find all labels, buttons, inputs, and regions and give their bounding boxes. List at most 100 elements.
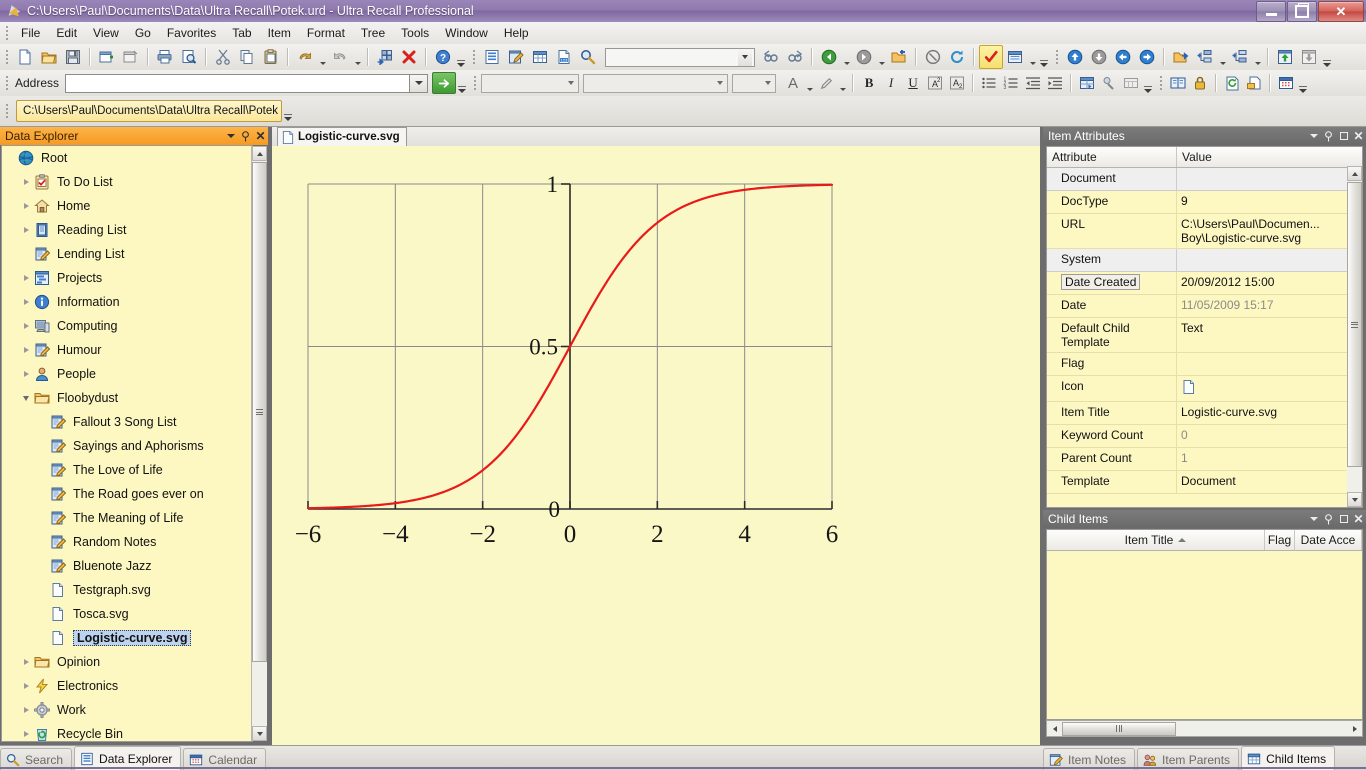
print-preview-icon[interactable] xyxy=(177,45,201,69)
tree-item-bluenote-jazz[interactable]: Bluenote Jazz xyxy=(2,554,253,578)
child-scroll-thumb[interactable] xyxy=(1062,721,1176,736)
attributes-scroll-thumb[interactable] xyxy=(1347,182,1362,467)
menu-view[interactable]: View xyxy=(85,23,127,43)
attribute-row[interactable]: Parent Count 1 xyxy=(1047,448,1362,471)
attribute-row[interactable]: System xyxy=(1047,249,1362,272)
superscript-icon[interactable]: A2 xyxy=(924,73,946,94)
attribute-row[interactable]: Item Title Logistic-curve.svg xyxy=(1047,402,1362,425)
sync-icon[interactable] xyxy=(1221,73,1243,94)
tree-item-the-meaning-of-life[interactable]: The Meaning of Life xyxy=(2,506,253,530)
forward-dropdown-arrow[interactable] xyxy=(876,43,887,71)
tree-scroll-down-button[interactable] xyxy=(252,726,267,741)
toolbar-overflow-nav[interactable] xyxy=(1321,45,1333,70)
item-attributes-grid[interactable]: Attribute Value Document DocType 9 URL C:\Us… xyxy=(1046,146,1363,508)
highlight-dropdown-arrow[interactable] xyxy=(837,69,848,97)
indent-add-icon[interactable] xyxy=(1193,45,1217,69)
minimize-button[interactable] xyxy=(1256,1,1286,22)
copy-icon[interactable] xyxy=(235,45,259,69)
new-document-icon[interactable] xyxy=(13,45,37,69)
move-down-icon[interactable] xyxy=(1087,45,1111,69)
tree-item-logistic-curve-svg[interactable]: Logistic-curve.svg xyxy=(2,626,253,650)
tree-item-opinion[interactable]: Opinion xyxy=(2,650,253,674)
move-right-icon[interactable] xyxy=(1135,45,1159,69)
child-maximize-icon[interactable] xyxy=(1336,511,1351,527)
attribute-value-cell[interactable]: Text xyxy=(1177,318,1362,352)
font-color-dropdown-arrow[interactable] xyxy=(804,69,815,97)
open-parent-icon[interactable] xyxy=(887,45,911,69)
attribute-row[interactable]: Date 11/05/2009 15:17 xyxy=(1047,295,1362,318)
tree-expander-closed-icon[interactable] xyxy=(21,170,31,194)
tree-item-computing[interactable]: Computing xyxy=(2,314,253,338)
edit-note-icon[interactable] xyxy=(504,45,528,69)
calendar-icon[interactable] xyxy=(1275,73,1297,94)
forward-grey-icon[interactable] xyxy=(852,45,876,69)
close-button[interactable]: ✕ xyxy=(1318,1,1364,22)
maximize-button[interactable] xyxy=(1287,1,1317,22)
toolbar-overflow-item[interactable] xyxy=(1038,45,1050,70)
attribute-value-cell[interactable]: 1 xyxy=(1177,448,1362,470)
promote-green-icon[interactable] xyxy=(1273,45,1297,69)
child-pin-icon[interactable]: ⚲ xyxy=(1321,511,1336,527)
tree-expander-open-icon[interactable] xyxy=(21,386,31,410)
form-icon[interactable]: 123 xyxy=(552,45,576,69)
menu-file[interactable]: File xyxy=(13,23,48,43)
refresh-icon[interactable] xyxy=(945,45,969,69)
font-size-dropdown-arrow[interactable] xyxy=(760,75,775,92)
tree-item-the-love-of-life[interactable]: The Love of Life xyxy=(2,458,253,482)
child-column-flag[interactable]: Flag xyxy=(1265,530,1295,550)
font-style-combo[interactable] xyxy=(583,73,729,93)
attribute-row[interactable]: Flag xyxy=(1047,353,1362,376)
tree-item-random-notes[interactable]: Random Notes xyxy=(2,530,253,554)
toolbar-gripper-item[interactable] xyxy=(470,48,478,66)
tree-expander-closed-icon[interactable] xyxy=(21,194,31,218)
tree-vertical-scrollbar[interactable] xyxy=(251,146,267,741)
italic-icon[interactable]: I xyxy=(880,73,902,94)
close-window-icon[interactable] xyxy=(119,45,143,69)
font-name-combo[interactable] xyxy=(481,73,580,93)
current-database-path[interactable]: C:\Users\Paul\Documents\Data\Ultra Recal… xyxy=(16,100,282,122)
attributes-maximize-icon[interactable] xyxy=(1336,128,1351,144)
tree-expander-closed-icon[interactable] xyxy=(21,650,31,674)
attribute-value-cell[interactable]: 9 xyxy=(1177,191,1362,213)
menu-tools[interactable]: Tools xyxy=(393,23,437,43)
pathbar-overflow[interactable] xyxy=(282,99,294,124)
menubar-gripper[interactable] xyxy=(3,24,11,42)
menu-tree[interactable]: Tree xyxy=(353,23,393,43)
find-next-icon[interactable] xyxy=(783,45,807,69)
insert-table-icon[interactable] xyxy=(1076,73,1098,94)
data-explorer-tree[interactable]: Root To Do List Home Reading List Lending Li… xyxy=(1,145,253,742)
move-up-icon[interactable] xyxy=(1063,45,1087,69)
child-column-date-accessed[interactable]: Date Acce xyxy=(1295,530,1362,550)
highlight-icon[interactable] xyxy=(815,73,837,94)
attribute-value-cell[interactable] xyxy=(1177,168,1362,190)
attribute-row[interactable]: Template Document xyxy=(1047,471,1362,494)
menu-favorites[interactable]: Favorites xyxy=(159,23,224,43)
value-column-header[interactable]: Value xyxy=(1177,147,1362,167)
attributes-pin-icon[interactable]: ⚲ xyxy=(1321,128,1336,144)
attribute-row[interactable]: Default Child Template Text xyxy=(1047,318,1362,353)
tree-item-electronics[interactable]: Electronics xyxy=(2,674,253,698)
back-dropdown-arrow[interactable] xyxy=(841,43,852,71)
tree-item-floobydust[interactable]: Floobydust xyxy=(2,386,253,410)
tree-expander-closed-icon[interactable] xyxy=(21,266,31,290)
attributes-vertical-scrollbar[interactable] xyxy=(1347,166,1362,507)
tree-item-recycle-bin[interactable]: Recycle Bin xyxy=(2,722,253,741)
back-green-icon[interactable] xyxy=(817,45,841,69)
attribute-row[interactable]: Date Created 20/09/2012 15:00 xyxy=(1047,272,1362,295)
font-style-dropdown-arrow[interactable] xyxy=(712,75,727,92)
duplicate-icon[interactable] xyxy=(1243,73,1265,94)
menu-go[interactable]: Go xyxy=(127,23,159,43)
cancel-circle-icon[interactable] xyxy=(921,45,945,69)
tree-expander-closed-icon[interactable] xyxy=(21,362,31,386)
outdent-dropdown-arrow[interactable] xyxy=(1252,43,1263,71)
tree-scroll-thumb[interactable] xyxy=(252,162,267,662)
tree-expander-closed-icon[interactable] xyxy=(21,218,31,242)
tree-expander-closed-icon[interactable] xyxy=(21,674,31,698)
attribute-value-cell[interactable]: 20/09/2012 15:00 xyxy=(1177,272,1362,294)
help-question-icon[interactable]: ? xyxy=(431,45,455,69)
attribute-value-cell[interactable]: 11/05/2009 15:17 xyxy=(1177,295,1362,317)
attribute-value-cell[interactable] xyxy=(1177,249,1362,271)
attribute-value-cell[interactable]: C:\Users\Paul\Documen... Boy\Logistic-cur… xyxy=(1177,214,1362,248)
menu-edit[interactable]: Edit xyxy=(48,23,85,43)
attribute-row[interactable]: DocType 9 xyxy=(1047,191,1362,214)
